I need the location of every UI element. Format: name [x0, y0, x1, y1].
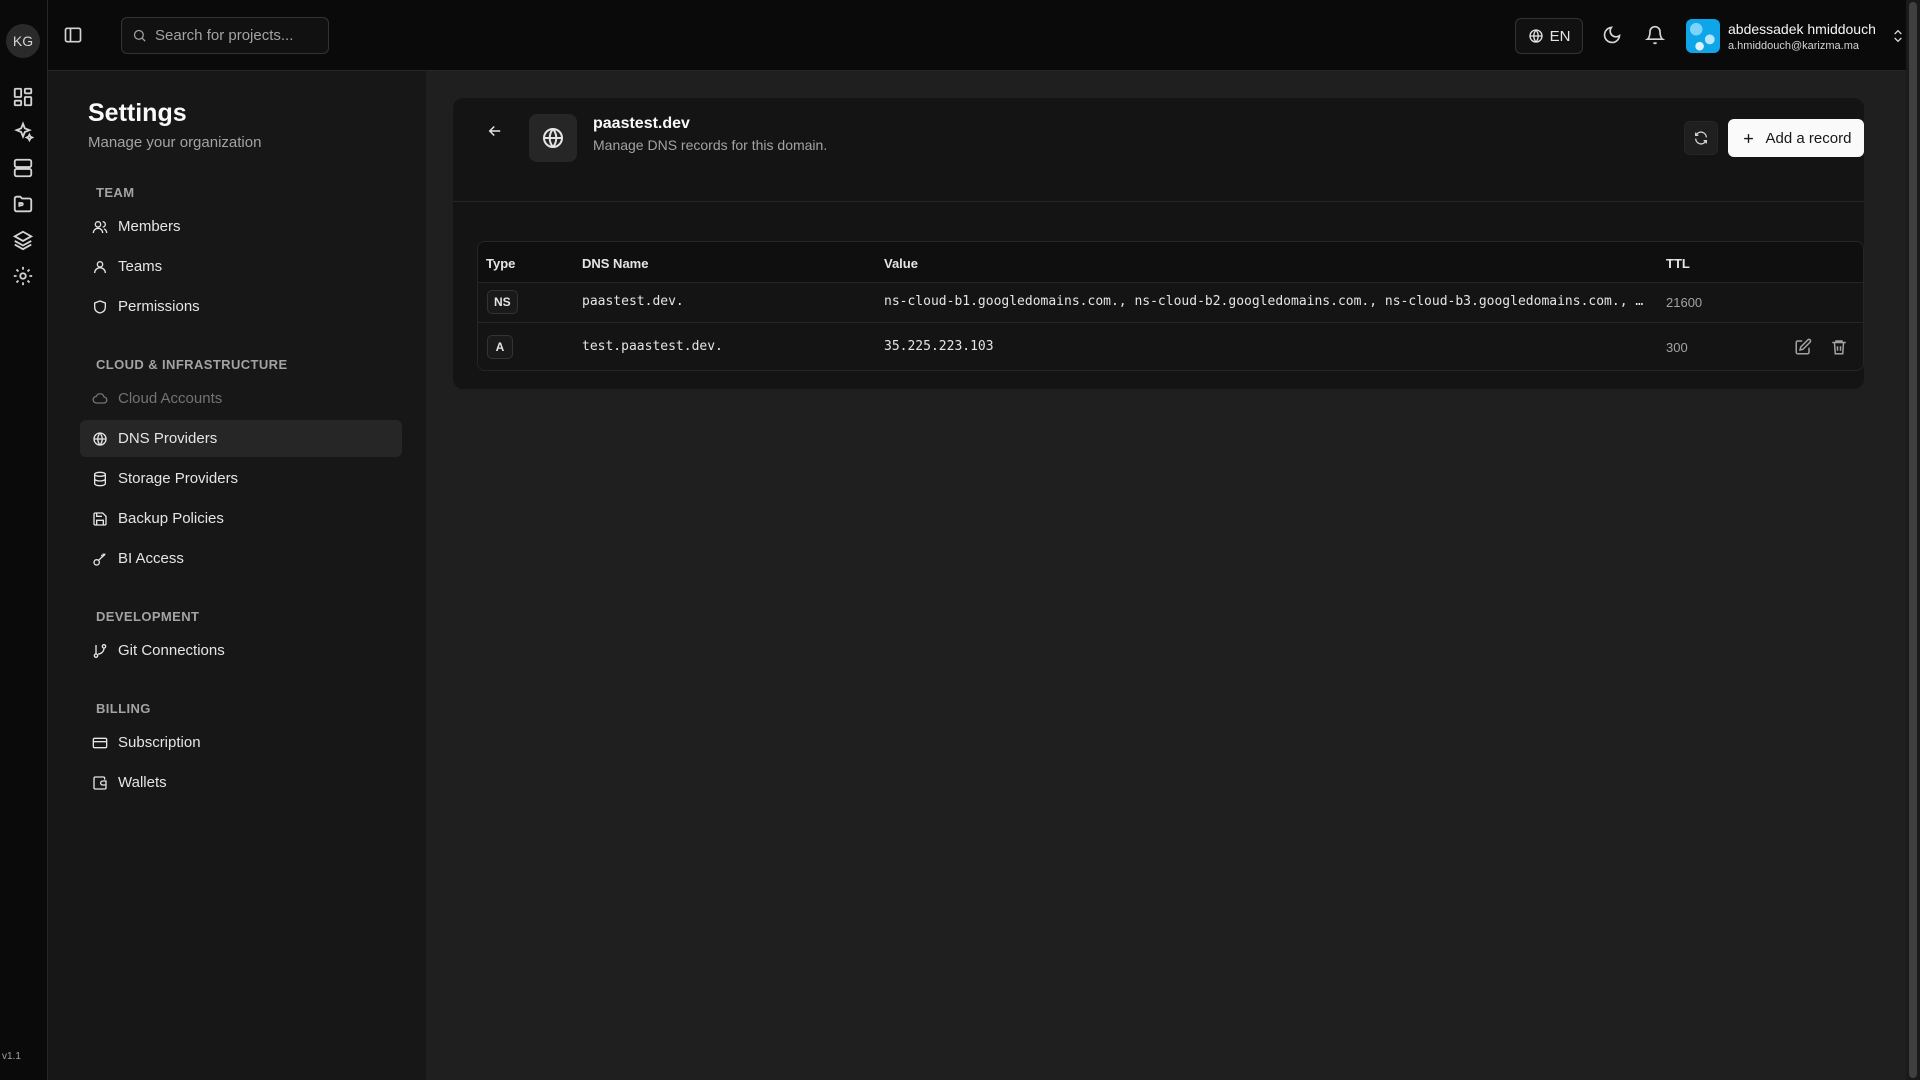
domain-globe-icon [529, 114, 577, 162]
chevrons-up-down-icon [1890, 27, 1906, 45]
org-logo[interactable]: KG [6, 24, 40, 58]
search-icon [132, 28, 147, 43]
search-box[interactable] [121, 17, 329, 54]
nav-label: Wallets [118, 774, 167, 791]
record-ttl: 300 [1666, 340, 1688, 355]
user-menu[interactable]: abdessadek hmiddouch a.hmiddouch@karizma… [1686, 15, 1906, 57]
dashboard-icon[interactable] [12, 86, 34, 108]
user-name: abdessadek hmiddouch [1728, 20, 1876, 37]
settings-icon[interactable] [12, 265, 34, 287]
record-dns-name: paastest.dev. [582, 294, 684, 309]
cloud-icon [92, 391, 108, 407]
settings-title: Settings [88, 99, 187, 127]
section-team: TEAM [96, 185, 135, 200]
domain-name: paastest.dev [593, 115, 690, 132]
nav-label: Permissions [118, 298, 200, 315]
section-cloud-infrastructure: CLOUD & INFRASTRUCTURE [96, 357, 288, 372]
nav-permissions[interactable]: Permissions [80, 288, 402, 325]
column-header-type: Type [486, 256, 516, 271]
globe-icon [1528, 28, 1544, 44]
avatar [1686, 19, 1720, 53]
scrollbar-thumb[interactable] [1909, 2, 1917, 1078]
table-header: Type DNS Name Value TTL [478, 242, 1863, 283]
section-development: DEVELOPMENT [96, 609, 200, 624]
nav-label: Members [118, 218, 181, 235]
trash-icon[interactable] [1830, 338, 1848, 356]
sparkles-icon[interactable] [12, 121, 34, 143]
language-switcher[interactable]: EN [1515, 18, 1583, 54]
dns-records-table: Type DNS Name Value TTL NS paastest.dev.… [477, 241, 1864, 371]
arrow-left-icon[interactable] [486, 122, 504, 140]
nav-label: Teams [118, 258, 163, 275]
credit-card-icon [92, 735, 108, 751]
settings-sidebar: Settings Manage your organization TEAM M… [48, 71, 426, 1080]
top-bar: EN abdessadek hmiddouch a.hmiddouch@kari… [48, 0, 1920, 71]
add-record-label: Add a record [1765, 129, 1852, 147]
column-header-ttl: TTL [1666, 256, 1690, 271]
edit-icon[interactable] [1794, 338, 1812, 356]
wallet-icon [92, 775, 108, 791]
record-ttl: 21600 [1666, 295, 1703, 310]
nav-label: Git Connections [118, 642, 225, 659]
record-value: 35.225.223.103 [884, 339, 994, 354]
globe-icon [92, 431, 108, 447]
nav-teams[interactable]: Teams [80, 248, 402, 285]
domain-description: Manage DNS records for this domain. [593, 137, 828, 153]
nav-label: Cloud Accounts [118, 390, 223, 407]
nav-label: DNS Providers [118, 430, 218, 447]
bell-icon[interactable] [1645, 25, 1665, 45]
settings-subtitle: Manage your organization [88, 134, 262, 151]
refresh-button[interactable] [1684, 121, 1718, 155]
record-type-badge: A [487, 335, 513, 359]
shield-icon [92, 299, 108, 315]
table-row: A test.paastest.dev. 35.225.223.103 300 [478, 323, 1863, 370]
nav-git-connections[interactable]: Git Connections [80, 632, 402, 669]
nav-label: BI Access [118, 550, 184, 567]
save-icon [92, 511, 108, 527]
nav-wallets[interactable]: Wallets [80, 764, 402, 801]
card-header: paastest.dev Manage DNS records for this… [453, 98, 1864, 202]
sidebar-toggle-icon[interactable] [63, 25, 83, 45]
git-branch-icon [92, 643, 108, 659]
record-dns-name: test.paastest.dev. [582, 339, 723, 354]
moon-icon[interactable] [1602, 25, 1622, 45]
nav-subscription[interactable]: Subscription [80, 724, 402, 761]
page-scrollbar[interactable] [1906, 0, 1920, 1080]
column-header-dns-name: DNS Name [582, 256, 649, 271]
add-record-button[interactable]: Add a record [1728, 119, 1864, 157]
refresh-icon [1695, 131, 1707, 145]
nav-label: Storage Providers [118, 470, 239, 487]
user-email: a.hmiddouch@karizma.ma [1728, 39, 1859, 52]
app-rail: KG v1.1 [0, 0, 48, 1080]
column-header-value: Value [884, 256, 918, 271]
nav-members[interactable]: Members [80, 208, 402, 245]
table-row: NS paastest.dev. ns-cloud-b1.googledomai… [478, 283, 1863, 323]
nav-bi-access[interactable]: BI Access [80, 540, 402, 577]
main-content: paastest.dev Manage DNS records for this… [426, 71, 1920, 1080]
search-input[interactable] [155, 27, 315, 44]
database-icon [92, 471, 108, 487]
record-value: ns-cloud-b1.googledomains.com., ns-cloud… [884, 294, 1649, 309]
dns-records-card: paastest.dev Manage DNS records for this… [453, 98, 1864, 389]
nav-cloud-accounts[interactable]: Cloud Accounts [80, 380, 402, 417]
record-type-badge: NS [487, 290, 518, 314]
nav-dns-providers[interactable]: DNS Providers [80, 420, 402, 457]
nav-label: Subscription [118, 734, 201, 751]
user-icon [92, 259, 108, 275]
language-label: EN [1549, 27, 1571, 45]
app-version: v1.1 [2, 1051, 21, 1062]
folder-icon[interactable] [12, 193, 34, 215]
users-icon [92, 219, 108, 235]
nav-label: Backup Policies [118, 510, 224, 527]
section-billing: BILLING [96, 701, 151, 716]
server-icon[interactable] [12, 157, 34, 179]
plus-icon [1741, 131, 1756, 146]
key-icon [92, 551, 108, 567]
nav-backup-policies[interactable]: Backup Policies [80, 500, 402, 537]
layers-icon[interactable] [12, 229, 34, 251]
nav-storage-providers[interactable]: Storage Providers [80, 460, 402, 497]
